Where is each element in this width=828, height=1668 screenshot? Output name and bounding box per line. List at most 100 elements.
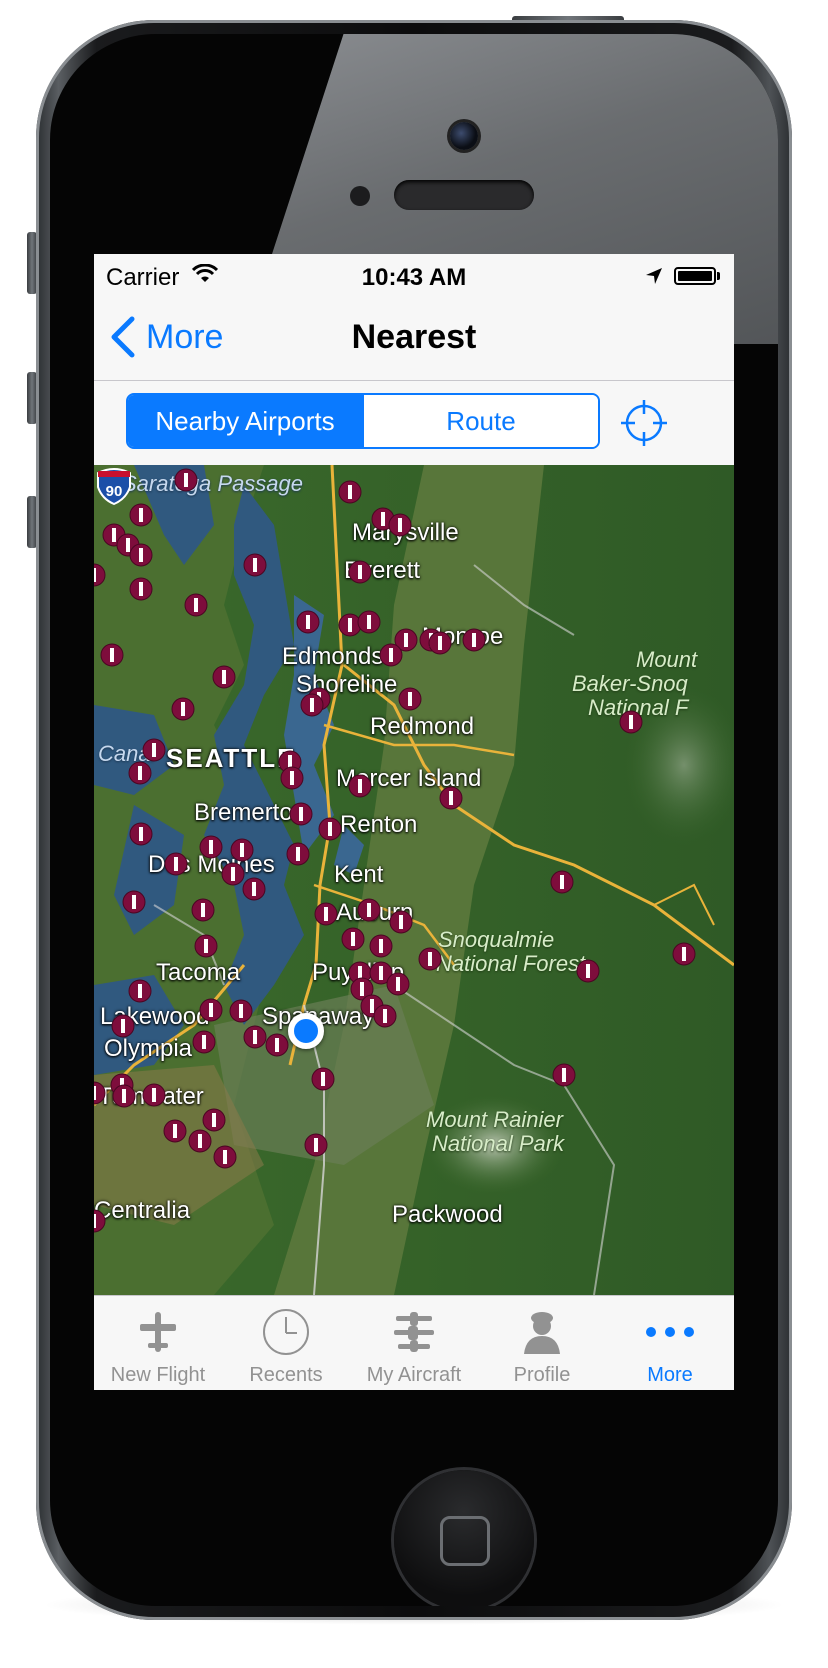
tab-new-flight[interactable]: New Flight bbox=[94, 1296, 222, 1390]
tab-label: My Aircraft bbox=[366, 1364, 462, 1386]
airport-pin[interactable] bbox=[373, 1004, 397, 1028]
airport-pin[interactable] bbox=[341, 927, 365, 951]
tab-more[interactable]: More bbox=[606, 1296, 734, 1390]
airport-pin[interactable] bbox=[672, 942, 696, 966]
tab-bar: New Flight Recents My Aircraft Profile M… bbox=[94, 1295, 734, 1390]
airport-pin[interactable] bbox=[348, 774, 372, 798]
airport-pin[interactable] bbox=[171, 697, 195, 721]
airport-pin[interactable] bbox=[129, 503, 153, 527]
airport-pin[interactable] bbox=[128, 761, 152, 785]
home-button-square bbox=[440, 1516, 490, 1566]
segment-nearby-airports[interactable]: Nearby Airports bbox=[128, 395, 362, 447]
proximity-sensor bbox=[350, 186, 370, 206]
airport-pin[interactable] bbox=[357, 610, 381, 634]
airport-pin[interactable] bbox=[304, 1133, 328, 1157]
airport-pin[interactable] bbox=[128, 979, 152, 1003]
airport-pin[interactable] bbox=[142, 1083, 166, 1107]
airport-pin[interactable] bbox=[243, 553, 267, 577]
airport-pin[interactable] bbox=[439, 786, 463, 810]
airport-pin[interactable] bbox=[221, 862, 245, 886]
more-dots-icon bbox=[640, 1304, 700, 1360]
status-bar: Carrier 10:43 AM bbox=[94, 254, 734, 294]
airport-pin[interactable] bbox=[265, 1033, 289, 1057]
airport-pin[interactable] bbox=[164, 852, 188, 876]
airport-pin[interactable] bbox=[94, 563, 106, 587]
airport-pin[interactable] bbox=[296, 610, 320, 634]
airport-pin[interactable] bbox=[194, 934, 218, 958]
airport-pin[interactable] bbox=[122, 890, 146, 914]
tab-profile[interactable]: Profile bbox=[478, 1296, 606, 1390]
current-location-marker bbox=[288, 1013, 324, 1049]
navigation-bar: More Nearest bbox=[94, 294, 734, 381]
airport-pin[interactable] bbox=[348, 560, 372, 584]
airport-pin[interactable] bbox=[462, 628, 486, 652]
airport-pin[interactable] bbox=[386, 972, 410, 996]
airplane-icon bbox=[128, 1304, 188, 1360]
airport-pin[interactable] bbox=[338, 480, 362, 504]
airport-pin[interactable] bbox=[94, 1081, 106, 1105]
aircraft-list-icon bbox=[384, 1304, 444, 1360]
airport-pin[interactable] bbox=[199, 835, 223, 859]
airport-pin[interactable] bbox=[202, 1108, 226, 1132]
airport-pin[interactable] bbox=[289, 802, 313, 826]
location-arrow-icon bbox=[644, 266, 664, 291]
airport-pin[interactable] bbox=[184, 593, 208, 617]
tab-label: New Flight bbox=[110, 1364, 206, 1386]
airport-pin[interactable] bbox=[389, 910, 413, 934]
front-camera bbox=[450, 122, 478, 150]
airport-pin[interactable] bbox=[163, 1119, 187, 1143]
airport-pin[interactable] bbox=[338, 613, 362, 637]
airport-pin[interactable] bbox=[550, 870, 574, 894]
airport-pins-layer bbox=[94, 468, 696, 1233]
airport-pin[interactable] bbox=[418, 947, 442, 971]
airport-pin[interactable] bbox=[300, 693, 324, 717]
airport-pin[interactable] bbox=[311, 1067, 335, 1091]
app-screen: Carrier 10:43 AM More Nearest Nearby Air… bbox=[94, 254, 734, 1390]
airport-pin[interactable] bbox=[230, 838, 254, 862]
airport-pin[interactable] bbox=[242, 877, 266, 901]
airport-pin[interactable] bbox=[100, 643, 124, 667]
battery-icon bbox=[674, 267, 716, 285]
map-view[interactable]: Saratoga Passage Marysville Everett Monr… bbox=[94, 465, 734, 1295]
airport-pin[interactable] bbox=[111, 1014, 135, 1038]
airport-pin[interactable] bbox=[191, 898, 215, 922]
airport-pin[interactable] bbox=[199, 998, 223, 1022]
airport-pin[interactable] bbox=[188, 1129, 212, 1153]
airport-pin[interactable] bbox=[129, 577, 153, 601]
segmented-control: Nearby Airports Route bbox=[126, 393, 600, 449]
airport-pin[interactable] bbox=[129, 543, 153, 567]
airport-pin[interactable] bbox=[229, 999, 253, 1023]
airport-pin[interactable] bbox=[318, 817, 342, 841]
airport-pin[interactable] bbox=[369, 934, 393, 958]
airport-pin[interactable] bbox=[112, 1084, 136, 1108]
airport-pin[interactable] bbox=[552, 1063, 576, 1087]
tab-recents[interactable]: Recents bbox=[222, 1296, 350, 1390]
airport-pin[interactable] bbox=[357, 898, 381, 922]
airport-pin[interactable] bbox=[619, 710, 643, 734]
tab-label: More bbox=[647, 1364, 693, 1386]
airport-pin[interactable] bbox=[129, 822, 153, 846]
home-button[interactable] bbox=[394, 1470, 534, 1606]
airport-pin[interactable] bbox=[94, 1209, 106, 1233]
airport-pin[interactable] bbox=[174, 468, 198, 492]
airport-pin[interactable] bbox=[398, 687, 422, 711]
airport-pin[interactable] bbox=[212, 665, 236, 689]
airport-pin[interactable] bbox=[213, 1145, 237, 1169]
pilot-profile-icon bbox=[512, 1304, 572, 1360]
airport-pin[interactable] bbox=[576, 959, 600, 983]
page-title: Nearest bbox=[351, 318, 477, 356]
airport-pin[interactable] bbox=[192, 1030, 216, 1054]
airport-pin[interactable] bbox=[379, 643, 403, 667]
airport-pin[interactable] bbox=[286, 842, 310, 866]
crosshair-icon[interactable] bbox=[618, 397, 670, 449]
airport-pin[interactable] bbox=[243, 1025, 267, 1049]
tab-my-aircraft[interactable]: My Aircraft bbox=[350, 1296, 478, 1390]
airport-pin[interactable] bbox=[314, 902, 338, 926]
airport-pin[interactable] bbox=[428, 631, 452, 655]
airport-pin[interactable] bbox=[280, 766, 304, 790]
battery-tip bbox=[717, 272, 720, 280]
segment-route[interactable]: Route bbox=[362, 395, 598, 447]
airport-pin[interactable] bbox=[388, 513, 412, 537]
clock-icon bbox=[256, 1304, 316, 1360]
airport-pin[interactable] bbox=[142, 738, 166, 762]
